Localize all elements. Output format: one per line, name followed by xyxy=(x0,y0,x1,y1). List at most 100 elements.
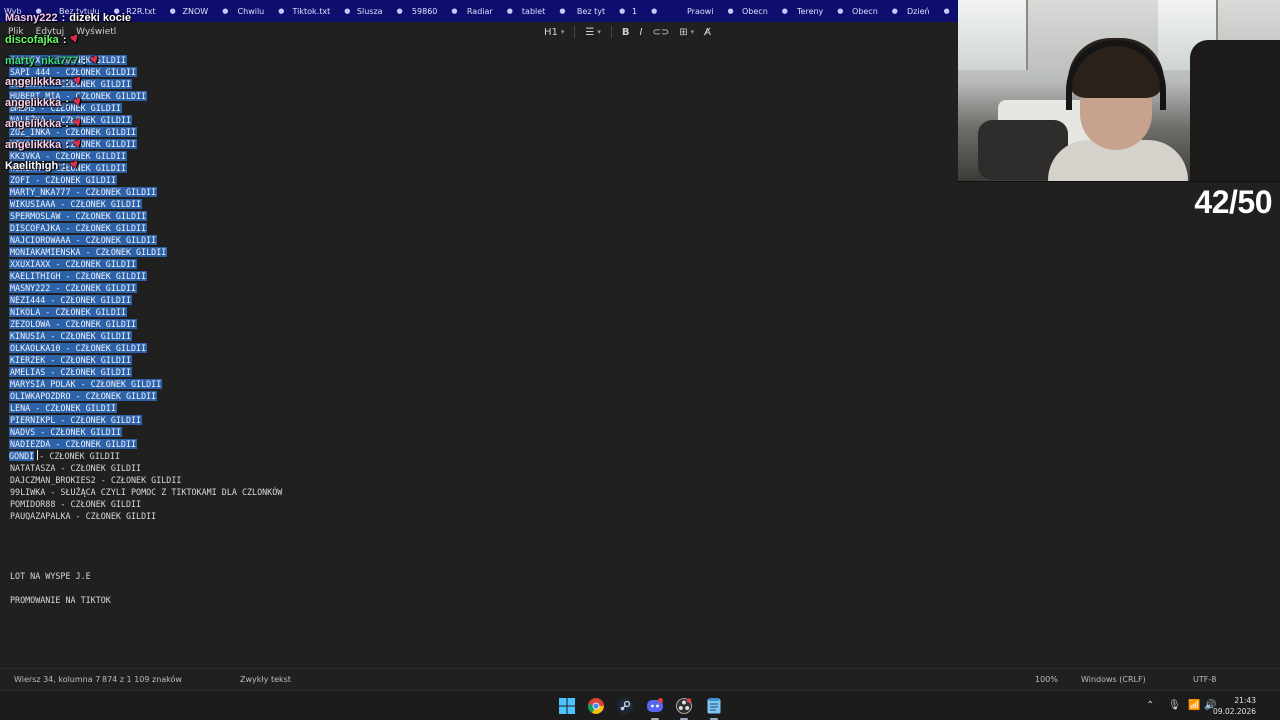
text-format[interactable]: Zwykły tekst xyxy=(240,675,291,684)
document-line[interactable]: NEZI444 - CZŁONEK GILDII xyxy=(9,294,283,306)
line-text: PAUQAZAPALKA - CZŁONEK GILDII xyxy=(10,511,157,521)
chat-separator: : xyxy=(65,97,69,109)
document-line[interactable]: 99LIWKA - SŁUŻĄCA CZYLI POMOC Z TIKTOKAM… xyxy=(9,486,283,498)
link-button[interactable]: ⊂⊃ xyxy=(652,27,669,38)
windows-start-icon[interactable] xyxy=(557,696,577,716)
line-endings[interactable]: Windows (CRLF) xyxy=(1081,675,1146,684)
document-line[interactable]: MONIAKAMIENSKA - CZŁONEK GILDII xyxy=(9,246,283,258)
tab[interactable]: 59860 ● xyxy=(408,0,463,22)
document-line[interactable]: PROMOWANIE NA TIKTOK xyxy=(9,594,283,606)
tab[interactable]: Obecn ● xyxy=(738,0,793,22)
heading-dropdown[interactable]: H1 ▾ xyxy=(544,27,564,38)
line-text: KIERZEK - CZŁONEK GILDII xyxy=(9,355,133,365)
document-line[interactable]: KAELITHIGH - CZŁONEK GILDII xyxy=(9,270,283,282)
close-icon[interactable]: ● xyxy=(837,7,843,15)
document-line[interactable] xyxy=(9,522,283,534)
bold-button[interactable]: B xyxy=(622,27,630,38)
bold-icon: B xyxy=(621,26,630,38)
close-icon[interactable]: ● xyxy=(507,7,513,15)
line-text: POMIDOR88 - CZŁONEK GILDII xyxy=(10,499,142,509)
document-line[interactable]: LOT NA WYSPE J.E xyxy=(9,570,283,582)
document-line[interactable]: MARTY_NKA777 - CZŁONEK GILDII xyxy=(9,186,283,198)
close-icon[interactable]: ● xyxy=(944,7,950,15)
chat-message: marty_nka777: xyxy=(5,54,104,68)
chat-separator: : xyxy=(65,139,69,151)
tab[interactable]: Tiktok.txt ● xyxy=(289,0,353,22)
tab[interactable]: Tereny ● xyxy=(793,0,848,22)
close-icon[interactable]: ● xyxy=(451,7,457,15)
document-line[interactable]: DAJCZMAN_BROKIES2 - CZŁONEK GILDII xyxy=(9,474,283,486)
document-line[interactable] xyxy=(9,534,283,546)
steam-icon[interactable] xyxy=(615,696,635,716)
webcam-window-scene xyxy=(958,0,1028,70)
clock[interactable]: 21:43 09.02.2026 xyxy=(1213,695,1256,717)
microphone-icon[interactable]: 🎙 xyxy=(1168,700,1181,711)
document-line[interactable]: XXUXIAXX - CZŁONEK GILDII xyxy=(9,258,283,270)
document-line[interactable] xyxy=(9,546,283,558)
document-line[interactable]: ZEZOLOWA - CZŁONEK GILDII xyxy=(9,318,283,330)
line-text: NEZI444 - CZŁONEK GILDII xyxy=(9,295,133,305)
document-line[interactable]: NIKOLA - CZŁONEK GILDII xyxy=(9,306,283,318)
document-line[interactable]: MASNY222 - CZŁONEK GILDII xyxy=(9,282,283,294)
zoom-level[interactable]: 100% xyxy=(1035,675,1058,684)
document-line[interactable]: POMIDOR88 - CZŁONEK GILDII xyxy=(9,498,283,510)
chevron-up-icon[interactable]: ⌃ xyxy=(1146,700,1154,711)
chat-username: angelikkka xyxy=(5,139,62,151)
tab[interactable]: Chwilu ● xyxy=(234,0,289,22)
wifi-icon[interactable]: 📶 xyxy=(1188,700,1200,711)
tab-label: Radiar xyxy=(466,6,493,16)
tab[interactable]: Dzień ● xyxy=(903,0,958,22)
table-dropdown[interactable]: ⊞ ▾ xyxy=(679,27,694,38)
document-line[interactable]: NADIEZDA - CZŁONEK GILDII xyxy=(9,438,283,450)
tab[interactable]: Radiar ● xyxy=(463,0,518,22)
document-line[interactable]: SPERMOSLAW - CZŁONEK GILDII xyxy=(9,210,283,222)
document-line[interactable]: DISCOFAJKA - CZŁONEK GILDII xyxy=(9,222,283,234)
document-line[interactable]: MARYSIA POLAK - CZŁONEK GILDII xyxy=(9,378,283,390)
notepad-icon[interactable] xyxy=(704,696,724,720)
line-text: AMELIAS - CZŁONEK GILDII xyxy=(9,367,133,377)
document-line[interactable]: PIERNIKPL - CZŁONEK GILDII xyxy=(9,414,283,426)
document-line[interactable]: KIERZEK - CZŁONEK GILDII xyxy=(9,354,283,366)
goal-counter: 42/50 xyxy=(1194,184,1272,220)
document-line[interactable]: AMELIAS - CZŁONEK GILDII xyxy=(9,366,283,378)
document-line[interactable]: PAUQAZAPALKA - CZŁONEK GILDII xyxy=(9,510,283,522)
document-line[interactable]: OLKAOLKA10 - CZŁONEK GILDII xyxy=(9,342,283,354)
close-icon[interactable]: ● xyxy=(278,7,284,15)
tab[interactable]: Slusza ● xyxy=(353,0,408,22)
document-line[interactable]: LENA - CZŁONEK GILDII xyxy=(9,402,283,414)
document-line[interactable]: OLIWKAPOZDRO - CZŁONEK GILDII xyxy=(9,390,283,402)
close-icon[interactable]: ● xyxy=(344,7,350,15)
document-line[interactable]: KINUSIA - CZŁONEK GILDII xyxy=(9,330,283,342)
tab[interactable]: Praowi ● xyxy=(683,0,738,22)
document-line[interactable]: NADVS - CZŁONEK GILDII xyxy=(9,426,283,438)
tab[interactable]: Obecn ● xyxy=(848,0,903,22)
italic-button[interactable]: I xyxy=(640,27,643,38)
discord-icon[interactable] xyxy=(645,696,665,720)
webcam-chair-scene xyxy=(1190,40,1280,181)
clear-format-button[interactable]: A̸ xyxy=(704,27,711,38)
close-icon[interactable]: ● xyxy=(619,7,625,15)
chat-username: angelikkka xyxy=(5,76,62,88)
obs-icon[interactable] xyxy=(674,696,694,720)
close-icon[interactable]: ● xyxy=(397,7,403,15)
document-line[interactable]: NATATASZA - CZŁONEK GILDII xyxy=(9,462,283,474)
list-dropdown[interactable]: ☰ ▾ xyxy=(585,27,600,38)
line-text xyxy=(9,583,11,593)
tab[interactable]: 1 ● xyxy=(628,0,683,22)
close-icon[interactable]: ● xyxy=(782,7,788,15)
line-text: WIKUSIAAA - CZŁONEK GILDII xyxy=(9,199,143,209)
close-icon[interactable]: ● xyxy=(651,7,657,15)
document-line[interactable] xyxy=(9,558,283,570)
close-icon[interactable]: ● xyxy=(728,7,734,15)
chat-separator: : xyxy=(65,118,69,130)
chrome-icon[interactable] xyxy=(586,696,606,716)
document-line[interactable]: WIKUSIAAA - CZŁONEK GILDII xyxy=(9,198,283,210)
tab[interactable]: tablet ● xyxy=(518,0,573,22)
close-icon[interactable]: ● xyxy=(559,7,565,15)
document-line[interactable]: NAJCIOROWAAA - CZŁONEK GILDII xyxy=(9,234,283,246)
encoding[interactable]: UTF-8 xyxy=(1193,675,1216,684)
document-line[interactable] xyxy=(9,582,283,594)
tab[interactable]: Bez tyt ● xyxy=(573,0,628,22)
document-line[interactable]: GONDI - CZŁONEK GILDII xyxy=(9,450,283,462)
close-icon[interactable]: ● xyxy=(892,7,898,15)
